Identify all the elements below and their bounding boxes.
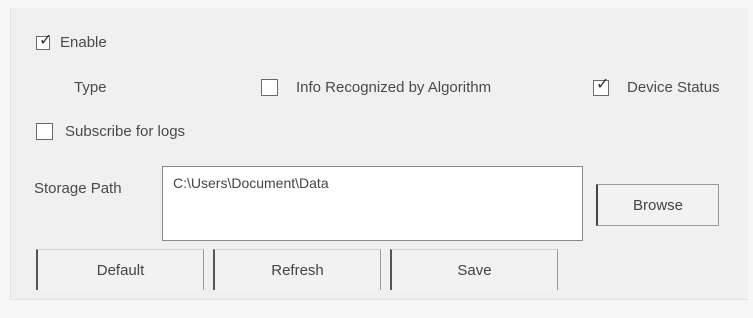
type-option-device-status[interactable]: ✓ Device Status <box>593 75 720 96</box>
subscribe-checkbox[interactable] <box>36 123 53 140</box>
device-status-checkbox[interactable]: ✓ <box>593 75 609 96</box>
enable-row[interactable]: ✓ Enable <box>36 31 107 51</box>
type-option-algorithm[interactable]: Info Recognized by Algorithm <box>261 79 491 96</box>
checkmark-icon: ✓ <box>596 73 610 93</box>
device-status-label: Device Status <box>627 79 720 96</box>
algorithm-label: Info Recognized by Algorithm <box>296 79 492 96</box>
enable-label: Enable <box>60 34 107 51</box>
checkmark-icon: ✓ <box>39 29 53 49</box>
refresh-button[interactable]: Refresh <box>213 249 381 290</box>
browse-button[interactable]: Browse <box>596 184 719 226</box>
subscribe-row[interactable]: Subscribe for logs <box>36 123 185 140</box>
storage-path-label: Storage Path <box>34 180 122 197</box>
default-button[interactable]: Default <box>36 249 204 290</box>
type-label: Type <box>74 79 107 96</box>
algorithm-checkbox[interactable] <box>261 79 278 96</box>
enable-checkbox[interactable]: ✓ <box>36 31 52 50</box>
save-button[interactable]: Save <box>390 249 558 290</box>
subscribe-label: Subscribe for logs <box>65 123 186 140</box>
storage-path-field[interactable]: C:\Users\Document\Data <box>162 166 583 241</box>
